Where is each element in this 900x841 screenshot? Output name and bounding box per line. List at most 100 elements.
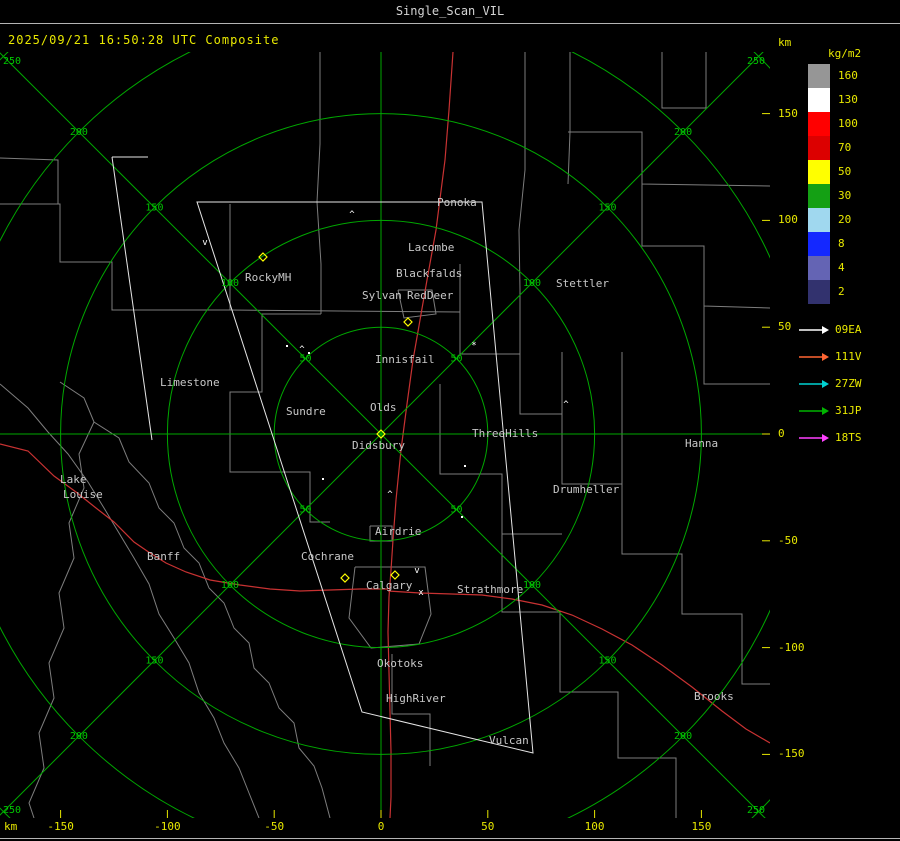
range-ring-label: 250 (3, 56, 21, 67)
place-label: ThreeHills (472, 427, 538, 440)
colorbar-swatch (808, 280, 830, 304)
town-dot-marker (322, 478, 324, 480)
bottom-axis-tick-label: 100 (584, 820, 605, 833)
range-ring-label: 150 (145, 656, 163, 667)
caret-marker-icon: ^ (349, 210, 355, 220)
radar-legend-row: 31JP (798, 397, 862, 424)
range-ring-label: 150 (599, 656, 617, 667)
radar-arrow-icon (799, 406, 829, 415)
radar-map: 50 50 50 50 100 100 100 100 150 150 150 150 200 200 20… (0, 52, 770, 818)
range-ring-label: 250 (747, 805, 765, 816)
radar-site-diamond-icon (403, 317, 413, 327)
radar-arrow-icon (799, 352, 829, 361)
colorbar-entry: 30 (808, 184, 888, 208)
scan-timestamp: 2025/09/21 16:50:28 UTC Composite (8, 33, 280, 47)
county-boundary (459, 264, 520, 355)
place-label: RedDeer (407, 289, 454, 302)
radar-site-legend: 09EA 111V 27ZW 31JP 18TS (798, 316, 862, 451)
colorbar-entry: 50 (808, 160, 888, 184)
county-boundary (703, 306, 770, 385)
radar-arrow-icon (799, 379, 829, 388)
county-boundary (568, 131, 770, 187)
town-dot-marker (308, 352, 310, 354)
radar-legend-row: 09EA (798, 316, 862, 343)
right-axis-tick-label: 150 (778, 106, 798, 120)
radar-legend-row: 111V (798, 343, 862, 370)
coverage-outline (196, 201, 534, 754)
range-ring-label: 50 (450, 353, 462, 364)
radar-arrow-icon (799, 325, 829, 334)
range-ring-label: 100 (523, 278, 541, 289)
bottom-axis-tick-label: 50 (481, 820, 495, 833)
place-label: Brooks (694, 690, 734, 703)
place-label: Didsbury (352, 439, 405, 452)
place-label: Innisfail (375, 353, 435, 366)
colorbar-value-label: 160 (838, 69, 858, 82)
range-ring-label: 100 (221, 580, 239, 591)
place-label: HighRiver (386, 692, 446, 705)
colorbar-units-label: kg/m2 (828, 47, 862, 60)
colorbar-swatch (808, 64, 830, 88)
colorbar-entry: 70 (808, 136, 888, 160)
colorbar-value-label: 20 (838, 213, 852, 226)
radar-id-label: 111V (835, 350, 862, 363)
colorbar-entry: 100 (808, 112, 888, 136)
county-boundary (59, 381, 331, 818)
caret-marker-icon: ^ (299, 345, 305, 355)
place-label: RockyMH (245, 271, 291, 284)
colorbar-swatch (808, 112, 830, 136)
range-ring-label: 200 (674, 731, 692, 742)
right-axis-tick-label: -50 (778, 533, 798, 547)
county-boundary (641, 184, 770, 309)
bottom-axis-unit-label: km (4, 820, 18, 833)
county-boundary (0, 383, 260, 818)
radar-id-label: 27ZW (835, 377, 862, 390)
range-ring-label: 150 (145, 202, 163, 213)
place-label: Banff (147, 550, 180, 563)
x-marker-icon: x (418, 588, 424, 598)
place-label: Limestone (160, 376, 220, 389)
county-boundary (661, 52, 707, 109)
bottom-axis-tick-label: -100 (154, 820, 181, 833)
range-ring-label: 100 (221, 278, 239, 289)
range-ring-label: 50 (299, 505, 311, 516)
county-boundary (567, 52, 571, 185)
place-label: Ponoka (437, 196, 477, 209)
county-boundary (316, 52, 322, 314)
place-label: Louise (63, 488, 103, 501)
colorbar-swatch (808, 232, 830, 256)
colorbar-value-label: 30 (838, 189, 852, 202)
county-boundary (229, 313, 330, 523)
colorbar-value-label: 100 (838, 117, 858, 130)
range-ring-label: 150 (599, 202, 617, 213)
place-label: Sundre (286, 405, 326, 418)
v-marker-icon: v (414, 566, 419, 576)
range-ring-label: 50 (299, 353, 311, 364)
colorbar-swatch (808, 136, 830, 160)
town-dot-marker (286, 345, 288, 347)
bottom-axis-tick-label: 0 (377, 820, 385, 833)
right-axis-tick-label: -100 (778, 640, 805, 654)
colorbar-entry: 4 (808, 256, 888, 280)
bottom-axis-tick-label: -50 (264, 820, 285, 833)
colorbar-entry: 8 (808, 232, 888, 256)
colorbar-swatch (808, 208, 830, 232)
colorbar-swatch (808, 88, 830, 112)
right-axis-tick-label: 50 (778, 320, 792, 334)
colorbar-value-label: 8 (838, 237, 845, 250)
place-label: Lake (60, 473, 87, 486)
place-label: Vulcan (489, 734, 529, 747)
colorbar-entry: 20 (808, 208, 888, 232)
azimuth-line (0, 433, 382, 816)
place-label: Drumheller (553, 483, 620, 496)
range-ring (0, 52, 770, 818)
place-label: Olds (370, 401, 397, 414)
radar-legend-row: 27ZW (798, 370, 862, 397)
place-label: Hanna (685, 437, 718, 450)
range-ring-label: 200 (70, 731, 88, 742)
county-boundary (391, 654, 431, 766)
colorbar-value-label: 4 (838, 261, 845, 274)
county-boundary (501, 534, 677, 818)
right-axis-tick-label: 0 (778, 427, 785, 440)
right-axis-tick-label: 100 (778, 213, 798, 227)
